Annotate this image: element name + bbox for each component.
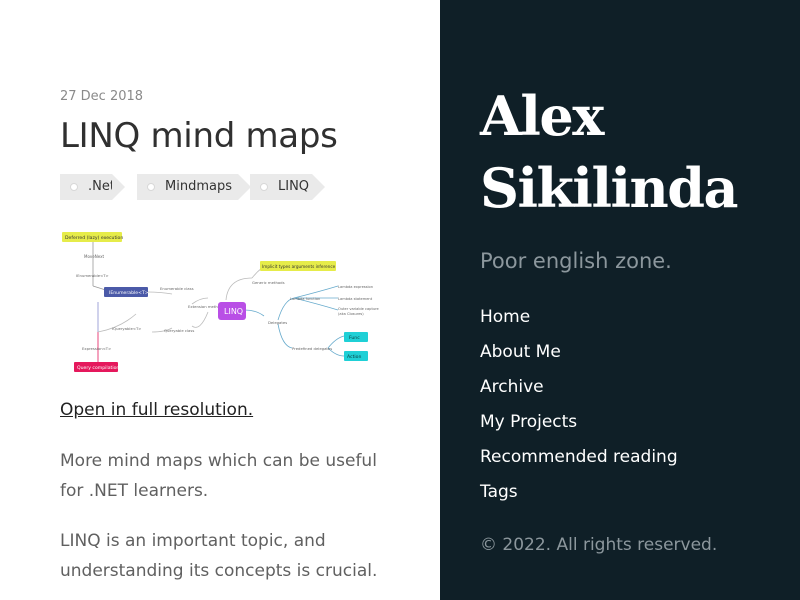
author-name[interactable]: Alex Sikilinda <box>480 80 780 224</box>
tag-hole-icon <box>70 183 78 191</box>
nav-item-archive[interactable]: Archive <box>480 374 678 409</box>
predefined-delegates-label: Predefined delegates <box>292 346 332 351</box>
lambda-function-label: Lambda function <box>290 297 320 301</box>
queryable-class-label: Queryable class <box>164 328 194 333</box>
linq-mind-map-image[interactable]: Deferred (lazy) execution MoveNext IEnum… <box>60 228 380 376</box>
tag-label: LINQ <box>278 179 310 194</box>
nav-item-about-me[interactable]: About Me <box>480 339 678 374</box>
tag-linq[interactable]: LINQ <box>250 174 325 200</box>
tag-hole-icon <box>260 183 268 191</box>
tag-dotnet[interactable]: .Net <box>60 174 125 200</box>
outer-variable-label: Outer variable capture <box>338 307 380 311</box>
nav-item-recommended-reading[interactable]: Recommended reading <box>480 444 678 479</box>
main-content: 27 Dec 2018 LINQ mind maps .Net Mindmaps… <box>0 0 440 600</box>
deferred-label: Deferred (lazy) execution <box>65 235 123 241</box>
nav-item-my-projects[interactable]: My Projects <box>480 409 678 444</box>
implicit-types-label: Implicit types arguments inference <box>262 264 336 269</box>
iqueryable-label: IQueryable<T> <box>112 326 141 331</box>
func-label: Func <box>349 335 360 341</box>
post-title[interactable]: LINQ mind maps <box>60 114 338 158</box>
copyright-notice: © 2022. All rights reserved. <box>480 535 718 555</box>
body-paragraph: LINQ is an important topic, and understa… <box>60 531 378 581</box>
nav-item-home[interactable]: Home <box>480 304 678 339</box>
delegates-label: Delegates <box>268 320 287 325</box>
ienumerable-small-label: IEnumerable<T> <box>76 273 109 278</box>
open-full-resolution-link[interactable]: Open in full resolution. <box>60 398 253 422</box>
intro-paragraph: More mind maps which can be useful for .… <box>60 451 377 501</box>
enumerable-class-label: Enumerable class <box>160 286 194 291</box>
lambda-expression-label: Lambda expression <box>338 285 373 289</box>
movenext-label: MoveNext <box>84 254 104 259</box>
post-date: 27 Dec 2018 <box>60 89 144 104</box>
nav-item-tags[interactable]: Tags <box>480 479 678 514</box>
action-label: Action <box>347 354 361 360</box>
author-last-name: Sikilinda <box>480 156 738 220</box>
tag-label: Mindmaps <box>165 179 232 194</box>
linq-center-label: LINQ <box>224 307 243 316</box>
tag-mindmaps[interactable]: Mindmaps <box>137 174 251 200</box>
generic-methods-label: Generic methods <box>252 280 285 285</box>
author-first-name: Alex <box>480 84 604 148</box>
tag-label: .Net <box>88 179 115 194</box>
lambda-statement-label: Lambda statement <box>338 297 373 301</box>
expression-label: Expression<T> <box>82 346 111 351</box>
tag-hole-icon <box>147 183 155 191</box>
ienumerable-label: IEnumerable<T> <box>109 290 149 296</box>
sidebar-nav: Home About Me Archive My Projects Recomm… <box>480 304 678 514</box>
site-tagline: Poor english zone. <box>480 249 672 273</box>
closures-label: (aka Closures) <box>338 312 364 316</box>
query-compilation-label: Query compilation <box>77 365 119 371</box>
